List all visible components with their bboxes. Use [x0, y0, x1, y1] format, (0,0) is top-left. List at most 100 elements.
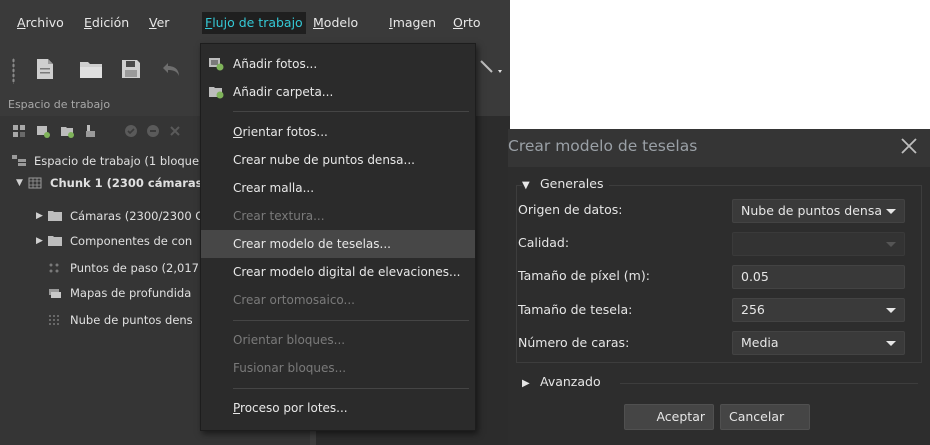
- enable-icon[interactable]: [124, 124, 138, 138]
- menu-separator: [233, 388, 469, 389]
- menu-item-add-photos[interactable]: Añadir fotos...: [201, 50, 475, 78]
- tree-item-depth-maps[interactable]: Mapas de profundida: [48, 282, 191, 304]
- menu-item-build-tiled-model[interactable]: Crear modelo de teselas...: [201, 230, 475, 258]
- new-document-icon[interactable]: [32, 56, 58, 82]
- input-value: 0.05: [741, 269, 769, 284]
- chevron-down-icon: [886, 242, 896, 247]
- tree-item-label: Nube de puntos dens: [70, 313, 193, 327]
- folder-icon: [48, 211, 62, 221]
- menu-item-label: Crear modelo digital de elevaciones...: [233, 265, 461, 279]
- menu-item-label: Crear modelo de teselas...: [233, 237, 391, 251]
- data-source-select[interactable]: Nube de puntos densa: [732, 199, 905, 223]
- tree-item-components[interactable]: ▶ Componentes de con: [36, 230, 192, 252]
- pixel-size-label: Tamaño de píxel (m):: [518, 268, 650, 283]
- add-folder-icon[interactable]: [60, 124, 74, 138]
- menu-bar: Archivo Edición Ver Flujo de trabajo Mod…: [0, 0, 510, 44]
- add-photos-icon: [209, 58, 224, 71]
- menu-item-build-mesh[interactable]: Crear malla...: [201, 174, 475, 202]
- menu-label-rest: er: [156, 15, 170, 30]
- tile-size-label: Tamaño de tesela:: [518, 302, 633, 317]
- folder-icon: [48, 236, 62, 246]
- pixel-size-input[interactable]: 0.05: [732, 265, 905, 289]
- tree-item-label: Chunk 1 (2300 cámaras,: [50, 176, 207, 190]
- menu-label-rest: rto: [462, 15, 481, 30]
- menu-imagen[interactable]: Imagen: [386, 12, 439, 34]
- menu-item-align-chunks[interactable]: Orientar bloques...: [201, 326, 475, 354]
- tree-item-label: Cámaras (2300/2300 C: [70, 209, 204, 223]
- menu-item-build-dem[interactable]: Crear modelo digital de elevaciones...: [201, 258, 475, 286]
- menu-orto[interactable]: Orto: [450, 12, 484, 34]
- menu-item-align-photos[interactable]: Orientar fotos...: [201, 118, 475, 146]
- workspace-icon: [12, 155, 26, 166]
- menu-label-rest: lujo de trabajo: [212, 15, 303, 30]
- expanded-arrow-icon: ▼: [522, 180, 530, 191]
- add-marker-icon[interactable]: [84, 124, 98, 138]
- dialog-bottom-edge: [508, 437, 930, 445]
- tile-size-select[interactable]: 256: [732, 298, 905, 322]
- tie-points-icon: [49, 263, 59, 273]
- chevron-down-icon: [886, 209, 896, 214]
- menu-item-batch-process[interactable]: Proceso por lotes...: [201, 394, 475, 422]
- menu-item-label: Orientar bloques...: [233, 333, 346, 347]
- menu-item-merge-chunks[interactable]: Fusionar bloques...: [201, 354, 475, 382]
- depth-maps-icon: [49, 289, 61, 298]
- menu-item-label: roceso por lotes...: [240, 401, 348, 415]
- section-label: Avanzado: [540, 374, 601, 389]
- tree-item-label: Componentes de con: [70, 234, 193, 248]
- menu-label-rest: odelo: [323, 15, 359, 30]
- expanded-arrow-icon[interactable]: ▼: [16, 172, 28, 194]
- tree-item-dense-cloud[interactable]: Nube de puntos dens: [48, 309, 193, 331]
- quality-select[interactable]: [732, 232, 905, 256]
- menu-item-label: Crear malla...: [233, 181, 315, 195]
- tree-item-cameras[interactable]: ▶ Cámaras (2300/2300 C: [36, 205, 203, 227]
- face-count-select[interactable]: Media: [732, 331, 905, 355]
- add-photos-icon[interactable]: [36, 124, 50, 138]
- close-icon[interactable]: [898, 135, 920, 157]
- add-chunk-icon[interactable]: [12, 124, 26, 138]
- dialog-title: Crear modelo de teselas: [508, 137, 698, 155]
- save-icon[interactable]: [118, 56, 144, 82]
- tree-item-chunk[interactable]: ▼ Chunk 1 (2300 cámaras,: [16, 172, 207, 194]
- remove-icon[interactable]: [168, 124, 182, 138]
- tree-item-tie-points[interactable]: Puntos de paso (2,017: [48, 257, 199, 279]
- menu-item-build-dense-cloud[interactable]: Crear nube de puntos densa...: [201, 146, 475, 174]
- menu-edicion[interactable]: Edición: [81, 12, 132, 34]
- tree-item-workspace[interactable]: Espacio de trabajo (1 bloque,: [12, 150, 203, 172]
- menu-separator: [233, 320, 469, 321]
- add-folder-icon: [209, 87, 224, 99]
- menu-item-add-folder[interactable]: Añadir carpeta...: [201, 78, 475, 106]
- collapsed-arrow-icon[interactable]: ▶: [36, 230, 48, 252]
- toolbar-grip[interactable]: [12, 58, 15, 84]
- ok-button[interactable]: Aceptar: [624, 404, 714, 430]
- tree-item-label: Mapas de profundida: [70, 286, 192, 300]
- menu-flujo-de-trabajo[interactable]: Flujo de trabajo: [202, 12, 306, 34]
- open-folder-icon[interactable]: [78, 56, 104, 82]
- menu-item-label: Crear ortomosaico...: [233, 293, 355, 307]
- menu-archivo[interactable]: Archivo: [14, 12, 67, 34]
- chevron-down-icon: [886, 341, 896, 346]
- menu-label-rest: rchivo: [25, 15, 64, 30]
- menu-item-label: Añadir carpeta...: [233, 85, 334, 99]
- collapsed-arrow-icon[interactable]: ▶: [36, 205, 48, 227]
- advanced-divider: [620, 383, 918, 384]
- dense-cloud-icon: [49, 315, 59, 325]
- dialog-title-bar[interactable]: Crear modelo de teselas: [508, 129, 930, 167]
- chunk-icon: [28, 177, 42, 189]
- section-label: Generales: [540, 176, 604, 191]
- general-section-header[interactable]: ▼ Generales: [522, 176, 610, 191]
- select-tool-icon[interactable]: [478, 56, 504, 82]
- chevron-down-icon: [886, 308, 896, 313]
- select-value: Media: [741, 335, 779, 350]
- menu-modelo[interactable]: Modelo: [310, 12, 361, 34]
- advanced-section-header[interactable]: ▶ Avanzado: [522, 374, 601, 389]
- create-tiled-model-dialog: Crear modelo de teselas ▼ Generales Orige…: [508, 129, 930, 445]
- quality-label: Calidad:: [518, 235, 570, 250]
- workflow-menu: Añadir fotos... Añadir carpeta... Orient…: [200, 43, 476, 431]
- menu-item-build-texture[interactable]: Crear textura...: [201, 202, 475, 230]
- disable-icon[interactable]: [146, 124, 160, 138]
- undo-icon[interactable]: [159, 56, 185, 82]
- menu-label-rest: magen: [392, 15, 437, 30]
- cancel-button[interactable]: Cancelar: [720, 404, 810, 430]
- menu-item-build-orthomosaic[interactable]: Crear ortomosaico...: [201, 286, 475, 314]
- menu-ver[interactable]: Ver: [146, 12, 172, 34]
